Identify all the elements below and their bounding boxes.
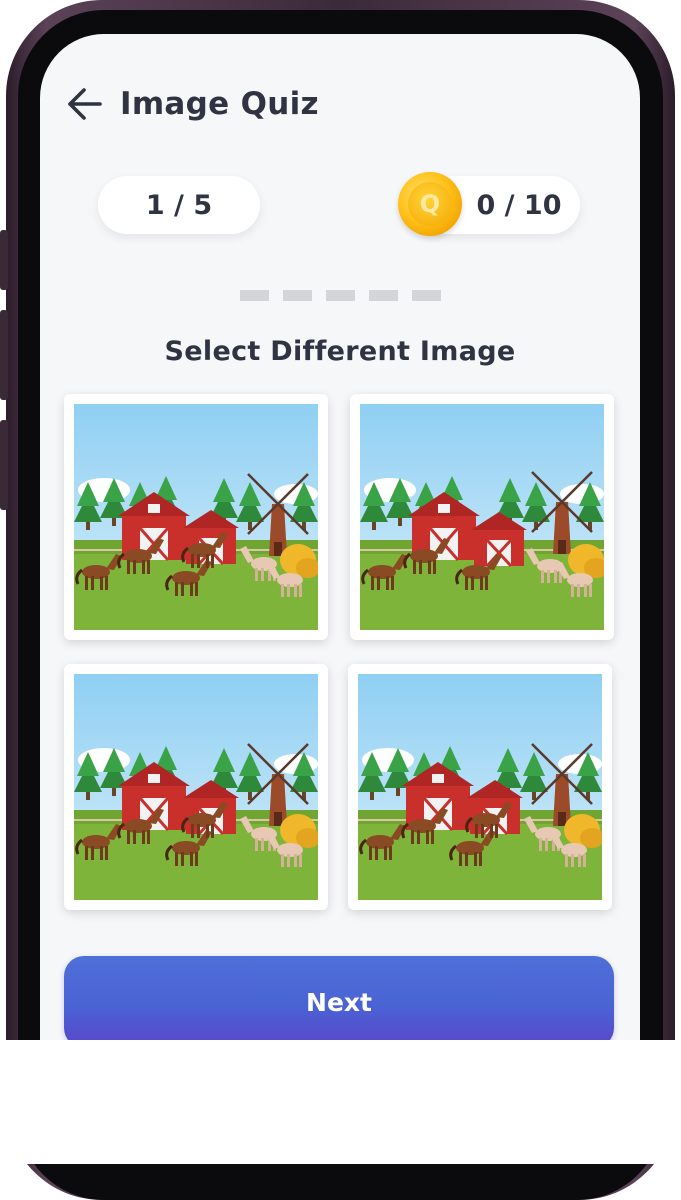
image-option-4[interactable] bbox=[348, 664, 612, 910]
arrow-left-icon bbox=[68, 88, 102, 120]
page-title: Image Quiz bbox=[120, 86, 319, 122]
image-option-3[interactable] bbox=[64, 664, 328, 910]
score-label: 0 / 10 bbox=[476, 189, 562, 221]
back-button[interactable] bbox=[64, 84, 104, 124]
step-dash bbox=[240, 290, 269, 301]
question-progress-label: 1 / 5 bbox=[145, 189, 213, 221]
step-dash bbox=[369, 290, 398, 301]
bottom-fade bbox=[0, 1040, 681, 1164]
farm-scene-image bbox=[74, 404, 318, 630]
step-dash bbox=[412, 290, 441, 301]
farm-scene-image bbox=[360, 404, 604, 630]
image-option-2[interactable] bbox=[350, 394, 614, 640]
coin-letter: Q bbox=[408, 182, 452, 226]
app-screen: Image Quiz 1 / 5 0 / 10 Q Select Differe… bbox=[40, 34, 640, 1164]
question-progress-badge: 1 / 5 bbox=[98, 176, 260, 234]
image-option-1[interactable] bbox=[64, 394, 328, 640]
next-button[interactable]: Next bbox=[64, 956, 614, 1048]
farm-scene-image bbox=[358, 674, 602, 900]
farm-scene-image bbox=[74, 674, 318, 900]
quiz-prompt: Select Different Image bbox=[164, 336, 516, 367]
phone-side-button bbox=[0, 230, 8, 290]
coin-icon: Q bbox=[398, 172, 462, 236]
top-bar: Image Quiz bbox=[64, 82, 319, 126]
step-dash bbox=[326, 290, 355, 301]
phone-side-button bbox=[0, 310, 8, 400]
step-dash bbox=[283, 290, 312, 301]
step-indicator bbox=[240, 290, 441, 301]
next-button-label: Next bbox=[306, 987, 372, 1017]
phone-side-button bbox=[0, 420, 8, 510]
